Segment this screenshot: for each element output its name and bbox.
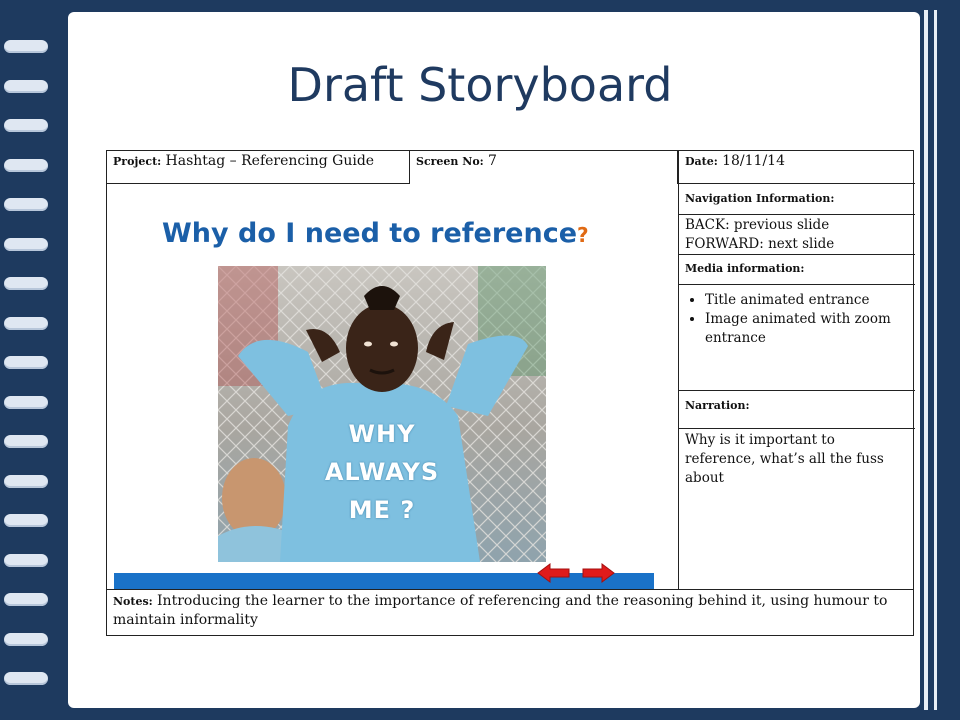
media-item: Title animated entrance (705, 291, 909, 310)
date-value: 18/11/14 (722, 153, 785, 169)
spiral-ring (4, 632, 48, 646)
shirt-text: WHY ALWAYS ME ? (324, 420, 440, 524)
spiral-ring (4, 119, 48, 132)
spiral-ring (4, 40, 48, 53)
spiral-ring (4, 395, 48, 409)
arrow-left-icon[interactable] (536, 562, 572, 584)
nav-back-text: BACK: previous slide (685, 217, 830, 233)
spiral-ring (4, 514, 48, 527)
spiral-ring (4, 672, 48, 685)
spiral-ring (4, 277, 48, 290)
spiral-ring (4, 198, 48, 211)
notes-text: Introducing the learner to the importanc… (113, 593, 888, 628)
narration-cell: Why is it important to reference, what’s… (679, 429, 915, 589)
navigation-label-cell: Navigation Information: (679, 184, 915, 215)
narration-text: Why is it important to reference, what’s… (685, 432, 884, 486)
spiral-ring (4, 237, 48, 251)
spiral-ring (4, 593, 48, 606)
spiral-ring (4, 474, 48, 488)
project-cell: Project: Hashtag – Referencing Guide (107, 151, 410, 184)
screen-cell: Screen No: 7 (410, 151, 678, 184)
media-item: Image animated with zoom entrance (705, 310, 909, 348)
date-cell: Date: 18/11/14 (679, 151, 915, 184)
slide-title: Draft Storyboard (287, 58, 673, 112)
media-label-cell: Media information: (679, 255, 915, 285)
spiral-ring (4, 553, 48, 567)
page-edge-line (924, 10, 928, 710)
spiral-ring (4, 356, 48, 369)
navigation-cell: BACK: previous slide FORWARD: next slide (679, 215, 915, 255)
page-edge-line (934, 10, 937, 710)
spiral-ring (4, 316, 48, 330)
mockup-heading: Why do I need to reference? (162, 218, 589, 249)
media-list: Title animated entrance Image animated w… (685, 291, 909, 348)
spiral-ring (4, 435, 48, 448)
nav-forward-text: FORWARD: next slide (685, 236, 835, 252)
info-column: Date: 18/11/14 Navigation Information: B… (678, 151, 915, 589)
arrow-right-icon[interactable] (580, 562, 616, 584)
project-value: Hashtag – Referencing Guide (165, 153, 375, 169)
narration-label-cell: Narration: (679, 391, 915, 429)
media-cell: Title animated entrance Image animated w… (679, 285, 915, 391)
screen-value: 7 (488, 153, 497, 169)
slide-footer-bar (114, 573, 654, 589)
notes-cell: Notes: Introducing the learner to the im… (113, 593, 888, 628)
spiral-ring (4, 158, 48, 172)
